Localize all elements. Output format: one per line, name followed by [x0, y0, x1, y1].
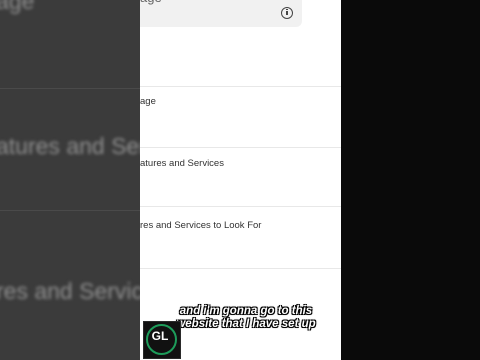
background-text: atures and Servi [0, 133, 164, 159]
background-divider [0, 88, 140, 89]
background-text: res and Servic [0, 278, 144, 304]
info-icon[interactable] [281, 7, 293, 19]
divider [140, 268, 341, 269]
divider [140, 206, 341, 207]
channel-logo[interactable]: GL [143, 321, 181, 359]
list-item-label: atures and Services [140, 158, 224, 169]
background-divider [0, 210, 140, 211]
divider [140, 86, 341, 87]
search-field[interactable]: age [140, 0, 302, 27]
caption-line-1: and i'm gonna go to this [179, 305, 313, 317]
caption-line-2: website that I have set up [176, 318, 316, 330]
search-field-text: age [140, 0, 162, 5]
right-black-bar [341, 0, 480, 360]
divider [140, 147, 341, 148]
logo-text: GL [151, 329, 169, 343]
list-item-label: age [140, 96, 156, 107]
video-caption: and i'm gonna go to this website that I … [156, 305, 336, 331]
list-item-label: res and Services to Look For [140, 220, 262, 231]
background-text: age [0, 0, 35, 14]
